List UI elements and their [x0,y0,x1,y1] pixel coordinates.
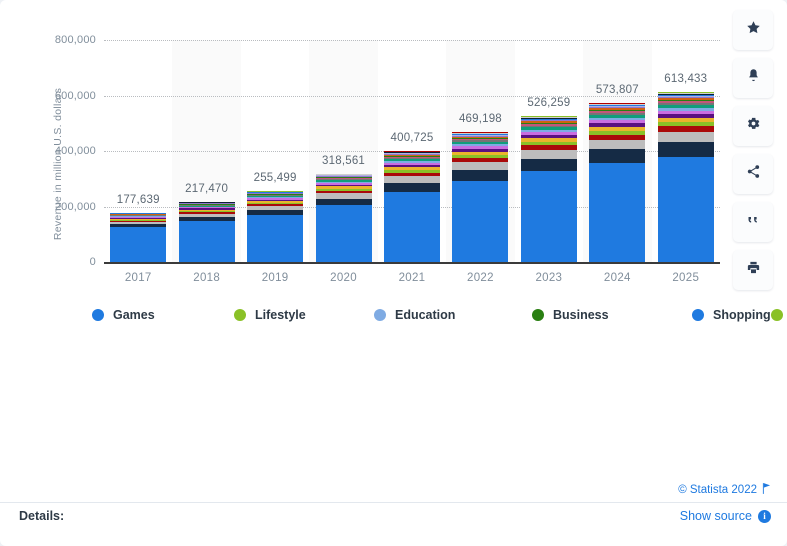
bar-group[interactable]: 400,725 [384,40,440,262]
flag-icon [762,483,771,497]
legend-color-swatch [92,309,104,321]
chart-area: Revenue in million U.S. dollars 0200,000… [0,0,787,292]
bar-total-label: 177,639 [96,194,180,206]
bar-segment[interactable] [521,150,577,159]
bar-total-label: 318,561 [302,155,386,167]
quote-icon [746,212,761,232]
bar-segment[interactable] [521,171,577,262]
bar-segment[interactable] [316,199,372,206]
stacked-bar[interactable] [316,174,372,262]
print-button[interactable] [733,250,773,290]
bar-group[interactable]: 217,470 [179,40,235,262]
bar-group[interactable]: 318,561 [316,40,372,262]
print-icon [746,260,761,280]
x-tick-label: 2025 [644,272,728,284]
legend-item-label: Shopping [713,308,771,322]
y-tick-label: 800,000 [30,34,96,46]
bar-group[interactable]: 526,259 [521,40,577,262]
bar-segment[interactable] [589,149,645,163]
info-icon: i [758,510,771,523]
bar-segment[interactable] [589,140,645,150]
legend-item-label: Education [395,308,455,322]
bookmark-button[interactable] [733,10,773,50]
bookmark-icon [746,20,761,40]
action-toolbar [733,10,773,290]
copyright-link[interactable]: © Statista 2022 [678,483,771,497]
bar-group[interactable]: 573,807 [589,40,645,262]
bar-segment[interactable] [452,170,508,181]
bar-segment[interactable] [589,163,645,262]
y-tick-label: 400,000 [30,145,96,157]
legend-color-swatch [771,309,783,321]
stacked-bar[interactable] [247,191,303,262]
legend-item-label: Lifestyle [255,308,306,322]
bar-segment[interactable] [247,215,303,262]
y-axis: Revenue in million U.S. dollars 0200,000… [24,40,96,262]
stacked-bar[interactable] [589,103,645,262]
bar-segment[interactable] [452,162,508,170]
bar-segment[interactable] [384,176,440,183]
bar-total-label: 217,470 [165,183,249,195]
details-label: Details: [19,509,64,523]
bar-total-label: 573,807 [575,84,659,96]
legend-color-swatch [234,309,246,321]
statista-chart-widget: Revenue in million U.S. dollars 0200,000… [0,0,787,546]
y-tick-label: 200,000 [30,201,96,213]
gear-icon [746,116,761,136]
bell-icon [746,68,761,88]
bar-segment[interactable] [658,132,714,142]
stacked-bar[interactable] [110,213,166,262]
show-source-label: Show source [680,509,752,523]
legend-item-travel[interactable]: Travel [771,303,787,326]
legend-item-business[interactable]: Business [532,303,692,326]
legend-color-swatch [374,309,386,321]
bar-total-label: 613,433 [644,73,728,85]
bar-segment[interactable] [384,192,440,262]
settings-button[interactable] [733,106,773,146]
legend-color-swatch [532,309,544,321]
legend-item-label: Games [113,308,155,322]
bar-segment[interactable] [452,181,508,262]
y-tick-label: 600,000 [30,90,96,102]
stacked-bar[interactable] [658,92,714,262]
bar-total-label: 526,259 [507,97,591,109]
bar-group[interactable]: 177,639 [110,40,166,262]
bar-segment[interactable] [384,183,440,192]
bar-group[interactable]: 469,198 [452,40,508,262]
bar-total-label: 469,198 [438,113,522,125]
x-axis-line [104,262,720,264]
stacked-bar[interactable] [179,202,235,262]
legend-item-lifestyle[interactable]: Lifestyle [234,303,374,326]
bar-segment[interactable] [316,205,372,262]
bar-total-label: 400,725 [370,132,454,144]
bar-group[interactable]: 613,433 [658,40,714,262]
bar-segment[interactable] [658,142,714,157]
plot-region: 177,639217,470255,499318,561400,725469,1… [104,40,720,262]
bar-total-label: 255,499 [233,172,317,184]
bar-segment[interactable] [110,227,166,262]
bar-segment[interactable] [658,157,714,262]
stacked-bar[interactable] [384,151,440,262]
stacked-bar[interactable] [521,116,577,262]
share-icon [746,164,761,184]
footer-divider [0,502,787,503]
bar-segment[interactable] [521,159,577,171]
legend-color-swatch [692,309,704,321]
copyright-text: © Statista 2022 [678,484,757,496]
cite-button[interactable] [733,202,773,242]
legend-item-games[interactable]: Games [92,303,234,326]
legend-item-shopping[interactable]: Shopping [692,303,771,326]
show-source-button[interactable]: Show source i [680,509,771,523]
bar-group[interactable]: 255,499 [247,40,303,262]
legend-item-label: Business [553,308,609,322]
bar-segment[interactable] [179,221,235,262]
legend-item-education[interactable]: Education [374,303,532,326]
share-button[interactable] [733,154,773,194]
y-tick-label: 0 [30,256,96,268]
legend: GamesLifestyleEducationBusinessShoppingT… [92,303,732,326]
stacked-bar[interactable] [452,132,508,262]
notifications-button[interactable] [733,58,773,98]
